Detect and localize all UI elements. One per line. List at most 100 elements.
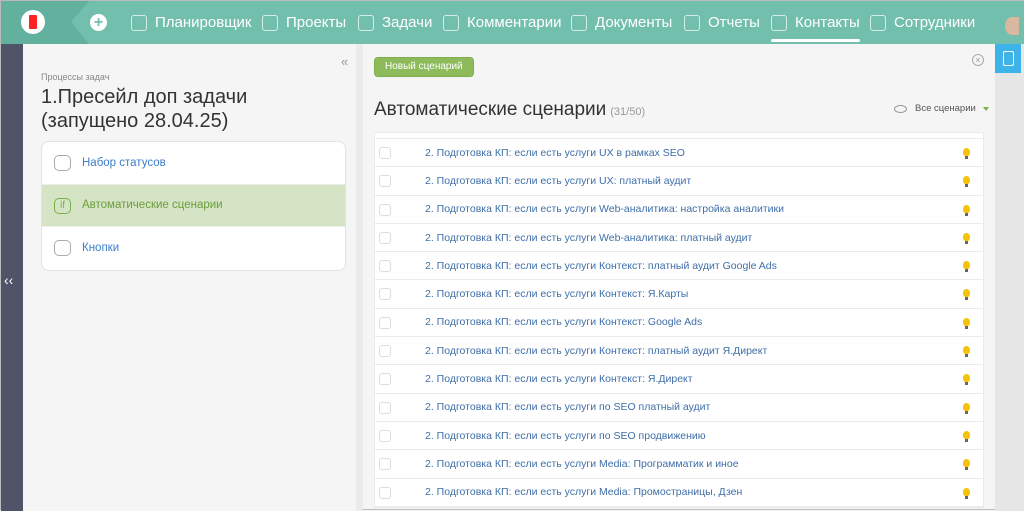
filter-label: Все сценарии — [915, 103, 976, 114]
table-row[interactable]: 2. Подготовка КП: если есть услуги Конте… — [375, 365, 983, 394]
menu-item-label: Кнопки — [82, 242, 120, 255]
process-menu: Набор статусов if Автоматические сценарии… — [41, 141, 346, 271]
scenario-link[interactable]: 2. Подготовка КП: если есть услуги Конте… — [425, 373, 693, 385]
filter-dropdown[interactable]: Все сценарии — [894, 103, 989, 114]
menu-item-statuses[interactable]: Набор статусов — [42, 142, 345, 185]
scenario-list: 2. Подготовка КП: если есть услуги UX в … — [374, 132, 984, 508]
lightbulb-icon[interactable] — [963, 459, 970, 471]
row-checkbox[interactable] — [379, 345, 391, 358]
menu-item-auto-scenarios[interactable]: if Автоматические сценарии — [42, 184, 345, 227]
table-row[interactable]: 2. Подготовка КП: если есть услуги Web-а… — [375, 224, 983, 253]
row-checkbox[interactable] — [379, 175, 391, 188]
add-button[interactable]: + — [90, 14, 107, 31]
if-icon: if — [54, 197, 71, 214]
nav-label: Документы — [595, 14, 673, 31]
briefcase-icon — [262, 14, 278, 31]
scenario-link[interactable]: 2. Подготовка КП: если есть услуги Media… — [425, 486, 742, 498]
lightbulb-icon[interactable] — [963, 204, 970, 216]
table-row[interactable]: 2. Подготовка КП: если есть услуги Конте… — [375, 280, 983, 309]
right-sidebar — [995, 44, 1024, 511]
scenario-link[interactable]: 2. Подготовка КП: если есть услуги по SE… — [425, 430, 706, 442]
nav-employees[interactable]: Сотрудники — [870, 1, 975, 44]
row-checkbox[interactable] — [379, 231, 391, 244]
nav-documents[interactable]: Документы — [571, 1, 672, 44]
row-checkbox[interactable] — [379, 316, 391, 329]
row-checkbox[interactable] — [379, 486, 391, 499]
scenario-link[interactable]: 2. Подготовка КП: если есть услуги Конте… — [425, 316, 702, 328]
row-checkbox[interactable] — [379, 373, 391, 386]
table-row[interactable]: 2. Подготовка КП: если есть услуги по SE… — [375, 394, 983, 422]
page-title: 1.Пресейл доп задачи (запущено 28.04.25) — [41, 86, 248, 132]
row-checkbox[interactable] — [379, 401, 391, 414]
nav-label: Планировщик — [155, 14, 252, 31]
menu-item-label: Набор статусов — [82, 156, 166, 169]
section-title-text: Автоматические сценарии — [374, 99, 607, 120]
avatar[interactable] — [1005, 17, 1019, 35]
nav-label: Задачи — [382, 14, 433, 31]
scenario-link[interactable]: 2. Подготовка КП: если есть услуги по SE… — [425, 401, 710, 413]
scenario-link[interactable]: 2. Подготовка КП: если есть услуги Web-а… — [425, 203, 784, 215]
clipboard-button[interactable] — [995, 44, 1021, 73]
row-checkbox[interactable] — [379, 260, 391, 273]
menu-item-label: Автоматические сценарии — [82, 199, 223, 212]
main-content: Новый сценарий × Автоматические сценарии… — [363, 44, 995, 511]
menu-item-buttons[interactable]: Кнопки — [42, 227, 345, 270]
sidebar-expand-strip[interactable]: ‹‹ — [1, 44, 23, 511]
lightbulb-icon[interactable] — [963, 402, 970, 414]
section-title: Автоматические сценарии (31/50) — [374, 99, 645, 121]
table-row[interactable]: 2. Подготовка КП: если есть услуги Web-а… — [375, 196, 983, 224]
table-row[interactable]: 2. Подготовка КП: если есть услуги UX в … — [375, 139, 983, 168]
row-checkbox[interactable] — [379, 147, 391, 159]
table-row[interactable]: 2. Подготовка КП: если есть услуги Media… — [375, 450, 983, 479]
eye-icon — [894, 104, 907, 113]
lightbulb-icon[interactable] — [963, 176, 970, 188]
lightbulb-icon[interactable] — [963, 289, 970, 301]
app-logo[interactable] — [21, 10, 45, 34]
lightbulb-icon[interactable] — [963, 346, 970, 358]
table-row[interactable]: 2. Подготовка КП: если есть услуги по SE… — [375, 422, 983, 451]
nav-reports[interactable]: Отчеты — [684, 1, 760, 44]
row-checkbox[interactable] — [379, 203, 391, 216]
breadcrumb[interactable]: Процессы задач — [41, 72, 109, 82]
close-icon[interactable]: × — [972, 54, 984, 66]
nav-label: Комментарии — [467, 14, 562, 31]
scenario-link[interactable]: 2. Подготовка КП: если есть услуги Конте… — [425, 260, 777, 272]
new-scenario-button[interactable]: Новый сценарий — [374, 57, 474, 77]
lightbulb-icon[interactable] — [963, 317, 970, 329]
nav-comments[interactable]: Комментарии — [443, 1, 561, 44]
nav-label: Сотрудники — [894, 14, 976, 31]
table-row[interactable]: 2. Подготовка КП: если есть услуги Конте… — [375, 252, 983, 281]
lightbulb-icon[interactable] — [963, 374, 970, 386]
expand-icon[interactable]: ‹‹ — [4, 272, 13, 288]
table-row[interactable]: 2. Подготовка КП: если есть услуги Конте… — [375, 309, 983, 338]
lightbulb-icon[interactable] — [963, 487, 970, 499]
lightbulb-icon[interactable] — [963, 232, 970, 244]
table-row[interactable]: 2. Подготовка КП: если есть услуги Media… — [375, 479, 983, 507]
scenario-link[interactable]: 2. Подготовка КП: если есть услуги Web-а… — [425, 232, 752, 244]
row-checkbox[interactable] — [379, 288, 391, 301]
table-row[interactable]: 2. Подготовка КП: если есть услуги UX: п… — [375, 167, 983, 196]
lightbulb-icon[interactable] — [963, 261, 970, 273]
nav-contacts[interactable]: Контакты — [771, 1, 860, 44]
task-icon — [358, 14, 374, 31]
row-checkbox[interactable] — [379, 458, 391, 471]
lightbulb-icon[interactable] — [963, 430, 970, 442]
contact-icon — [771, 14, 787, 31]
nav-planner[interactable]: Планировщик — [131, 1, 251, 44]
table-row[interactable]: 2. Подготовка КП: если есть услуги Конте… — [375, 337, 983, 366]
buttons-icon — [54, 240, 71, 256]
nav-label: Проекты — [286, 14, 347, 31]
nav-projects[interactable]: Проекты — [262, 1, 346, 44]
scenario-link[interactable]: 2. Подготовка КП: если есть услуги UX в … — [425, 147, 685, 159]
scenario-link[interactable]: 2. Подготовка КП: если есть услуги UX: п… — [425, 175, 691, 187]
row-checkbox[interactable] — [379, 429, 391, 442]
logo-area — [1, 1, 89, 44]
lightbulb-icon[interactable] — [963, 148, 970, 159]
scenario-link[interactable]: 2. Подготовка КП: если есть услуги Конте… — [425, 288, 688, 300]
nav-tasks[interactable]: Задачи — [358, 1, 432, 44]
panel-divider[interactable] — [356, 44, 363, 511]
nav-label: Отчеты — [708, 14, 760, 31]
collapse-panel-button[interactable]: « — [341, 54, 348, 69]
scenario-link[interactable]: 2. Подготовка КП: если есть услуги Конте… — [425, 345, 767, 357]
scenario-link[interactable]: 2. Подготовка КП: если есть услуги Media… — [425, 458, 739, 470]
